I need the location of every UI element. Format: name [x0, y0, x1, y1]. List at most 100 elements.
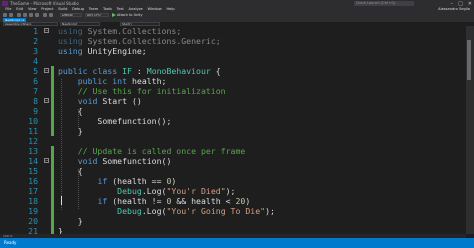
status-text: Ready: [4, 240, 17, 245]
code-line[interactable]: 8 void Start (): [0, 96, 466, 106]
code-text: public class IF : MonoBehaviour {: [58, 66, 221, 76]
code-line[interactable]: 13 // Update is called once per frame: [0, 146, 466, 156]
code-token: System.Collections.Generic;: [82, 36, 221, 46]
code-token: .Log(: [141, 186, 167, 196]
code-token: using: [58, 26, 83, 36]
line-number: 6: [33, 76, 38, 86]
code-line[interactable]: 2 using System.Collections.Generic;: [0, 36, 466, 46]
open-icon[interactable]: [23, 13, 27, 17]
code-token: public: [77, 76, 108, 86]
code-token: :: [131, 66, 147, 76]
code-line[interactable]: 20 }: [0, 216, 466, 226]
code-token: && health <: [171, 196, 236, 206]
code-line[interactable]: 18 if (health != 0 && health < 20): [0, 196, 466, 206]
code-line[interactable]: 7 // Use this for initialization: [0, 86, 466, 96]
configuration-dropdown[interactable]: Debug: [60, 13, 82, 17]
line-number: 7: [33, 86, 38, 96]
code-token: class: [92, 66, 118, 76]
line-number: 2: [33, 36, 38, 46]
line-number: 8: [33, 96, 38, 106]
code-text: using System.Collections.Generic;: [58, 36, 221, 46]
maximize-icon[interactable]: □: [458, 1, 463, 7]
code-line[interactable]: 17 Debug.Log("You'r Died");: [0, 186, 466, 196]
change-marker: [51, 176, 54, 186]
change-marker: [51, 196, 54, 206]
indent-guide: [78, 169, 79, 209]
collapse-icon[interactable]: –: [44, 28, 49, 34]
code-line[interactable]: 11 }: [0, 126, 466, 136]
redo-icon[interactable]: [49, 13, 53, 17]
change-marker: [51, 186, 54, 196]
forward-icon[interactable]: [9, 13, 13, 17]
code-line[interactable]: 5 public class IF : MonoBehaviour {: [0, 66, 466, 76]
back-icon[interactable]: [3, 13, 7, 17]
line-number: 4: [33, 56, 38, 66]
line-number: 14: [28, 156, 38, 166]
code-editor[interactable]: 1 using System.Collections; 2 using System.…: [0, 26, 474, 236]
change-marker: [51, 206, 54, 216]
line-number: 1: [33, 26, 38, 36]
collapse-icon[interactable]: –: [44, 158, 49, 164]
code-token: void: [77, 156, 98, 166]
code-token: );: [225, 186, 236, 196]
code-text: // Update is called once per frame: [58, 146, 246, 156]
change-marker: [51, 216, 54, 226]
quick-launch-input[interactable]: Quick Launch (Ctrl+Q): [354, 1, 414, 6]
platform-dropdown[interactable]: Any CPU: [85, 13, 109, 17]
code-token: ): [171, 176, 177, 186]
save-icon[interactable]: [29, 13, 33, 17]
code-token: // Update is called once per frame: [77, 146, 246, 156]
code-token: Debug: [117, 186, 142, 196]
code-line[interactable]: 16 if (health == 0): [0, 176, 466, 186]
minimize-icon[interactable]: –: [451, 1, 454, 7]
line-number: 11: [28, 126, 38, 136]
code-token: void: [77, 96, 98, 106]
code-line[interactable]: 6 public int health;: [0, 76, 466, 86]
line-number: 13: [28, 146, 38, 156]
code-token: int: [112, 76, 128, 86]
visual-studio-logo-icon: [2, 1, 8, 6]
code-text: }: [58, 216, 83, 226]
code-token: {: [210, 66, 221, 76]
code-token: if: [97, 196, 108, 206]
code-line[interactable]: 15 {: [0, 166, 466, 176]
window-controls: – □ ✕: [451, 0, 472, 7]
undo-icon[interactable]: [43, 13, 47, 17]
code-token: ): [245, 196, 251, 206]
code-text: public int health;: [58, 76, 167, 86]
status-bar: Ready: [0, 238, 474, 248]
collapse-icon[interactable]: –: [44, 68, 49, 74]
change-marker: [51, 76, 54, 86]
code-line[interactable]: 3 using UnityEngine;: [0, 46, 466, 56]
text-cursor: [61, 196, 62, 205]
code-token: IF: [122, 66, 132, 76]
code-token: "You'r Going To Die": [166, 206, 266, 216]
collapse-icon[interactable]: –: [44, 98, 49, 104]
line-number: 3: [33, 46, 38, 56]
change-marker: [51, 126, 54, 136]
line-number: 19: [28, 206, 38, 216]
new-project-icon[interactable]: [17, 13, 21, 17]
code-token: // Use this for initialization: [77, 86, 226, 96]
line-number: 10: [28, 116, 38, 126]
code-line[interactable]: 19 Debug.Log("You'r Going To Die");: [0, 206, 466, 216]
start-icon[interactable]: [112, 13, 116, 17]
code-token: UnityEngine;: [82, 46, 147, 56]
save-all-icon[interactable]: [35, 13, 39, 17]
attach-to-unity-button[interactable]: Attach to Unity: [117, 13, 142, 17]
code-line[interactable]: 4: [0, 56, 466, 66]
close-icon[interactable]: ✕: [468, 1, 472, 7]
code-line[interactable]: 1 using System.Collections;: [0, 26, 466, 36]
code-text: // Use this for initialization: [58, 86, 226, 96]
code-line[interactable]: 9 {: [0, 106, 466, 116]
line-number: 17: [28, 186, 38, 196]
code-line[interactable]: 10 Somefunction();: [0, 116, 466, 126]
code-token: (health !=: [107, 196, 167, 206]
code-line[interactable]: 14 void Somefunction(): [0, 156, 466, 166]
code-line[interactable]: 12: [0, 136, 466, 146]
line-number: 16: [28, 176, 38, 186]
code-token: Somefunction();: [58, 116, 172, 126]
code-token: }: [58, 216, 83, 226]
